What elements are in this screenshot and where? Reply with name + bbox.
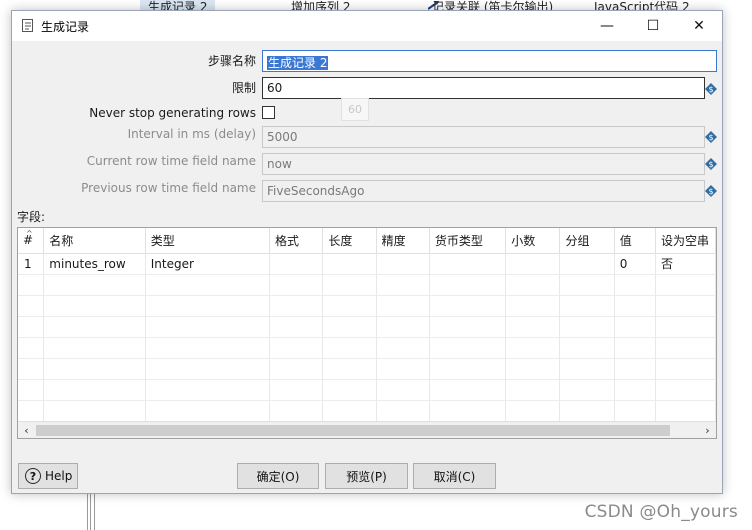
table-cell[interactable]: Integer [145, 253, 271, 275]
maximize-icon: ☐ [646, 18, 660, 34]
interval-label: Interval in ms (delay) [127, 127, 256, 141]
table-row[interactable] [18, 274, 716, 296]
cancel-button[interactable]: 取消(C) [413, 463, 496, 489]
help-button[interactable]: ? Help [18, 463, 78, 489]
help-question-icon: ? [25, 468, 41, 484]
column-header[interactable]: 精度 [376, 228, 430, 254]
generate-rows-dialog: 生成记录 — ☐ ✕ 步骤名称 生成记录 2 限制 60 $ 60 Never … [11, 10, 723, 494]
maximize-button[interactable]: ☐ [630, 11, 676, 41]
interval-input[interactable]: 5000 [262, 126, 705, 148]
column-header[interactable]: 小数 [505, 228, 561, 254]
fields-section-label: 字段: [17, 210, 46, 224]
previous-time-field-input[interactable]: FiveSecondsAgo [262, 180, 705, 202]
column-header[interactable]: # [18, 228, 45, 254]
cancel-button-label: 取消(C) [433, 469, 476, 484]
current-time-field-value: now [267, 157, 292, 171]
current-time-field-label: Current row time field name [86, 154, 256, 168]
previous-time-field-label: Previous row time field name [81, 181, 256, 195]
step-name-input[interactable]: 生成记录 2 [262, 50, 717, 72]
preview-button[interactable]: 预览(P) [325, 463, 408, 489]
limit-input[interactable]: 60 [262, 77, 705, 99]
step-name-value: 生成记录 2 [267, 56, 329, 70]
svg-text:$: $ [708, 160, 713, 169]
scroll-left-icon[interactable]: ‹ [18, 422, 35, 438]
background-connector-lines [86, 494, 98, 530]
limit-value: 60 [267, 81, 283, 95]
table-cell[interactable] [376, 253, 430, 275]
watermark: CSDN @Oh_yours [584, 502, 738, 522]
never-stop-label: Never stop generating rows [89, 106, 256, 120]
close-icon: ✕ [693, 18, 705, 34]
close-button[interactable]: ✕ [676, 11, 722, 41]
column-header[interactable]: 类型 [145, 228, 271, 254]
fields-table: ^ # 名称 类型 格式 长度 精度 货币类型 小数 分组 值 设为空串 1 m… [17, 227, 717, 439]
svg-text:$: $ [708, 85, 713, 94]
table-row[interactable] [18, 337, 716, 359]
minimize-icon: — [600, 18, 614, 34]
table-row[interactable]: 1 minutes_row Integer 0 否 [18, 253, 716, 275]
column-header[interactable]: 值 [614, 228, 656, 254]
dollar-variable-icon[interactable]: $ [705, 83, 717, 95]
dollar-variable-icon[interactable]: $ [705, 185, 717, 197]
column-header[interactable]: 长度 [322, 228, 377, 254]
dialog-icon [22, 19, 33, 32]
column-header[interactable]: 分组 [559, 228, 615, 254]
table-row[interactable] [18, 316, 716, 338]
dollar-variable-icon[interactable]: $ [705, 131, 717, 143]
column-header[interactable]: 名称 [43, 228, 146, 254]
row-number: 1 [18, 253, 45, 275]
ok-button-label: 确定(O) [256, 469, 300, 484]
window-title: 生成记录 [41, 20, 90, 34]
table-cell[interactable] [559, 253, 615, 275]
column-header[interactable]: 设为空串 [655, 228, 716, 254]
limit-tooltip: 60 [341, 98, 369, 121]
table-row[interactable] [18, 295, 716, 317]
table-row[interactable] [18, 400, 716, 422]
title-bar[interactable]: 生成记录 — ☐ ✕ [12, 11, 722, 41]
never-stop-checkbox[interactable] [262, 106, 275, 119]
preview-button-label: 预览(P) [346, 469, 387, 484]
svg-text:$: $ [708, 133, 713, 142]
table-cell[interactable] [269, 253, 324, 275]
previous-time-field-value: FiveSecondsAgo [267, 184, 365, 198]
limit-label: 限制 [231, 81, 256, 95]
current-time-field-input[interactable]: now [262, 153, 705, 175]
horizontal-scrollbar[interactable]: ‹ › [18, 421, 716, 438]
table-cell[interactable] [322, 253, 377, 275]
table-cell[interactable]: 0 [614, 253, 656, 275]
help-button-label: Help [45, 469, 73, 483]
ok-button[interactable]: 确定(O) [237, 463, 319, 489]
scroll-right-icon[interactable]: › [699, 422, 716, 438]
table-cell[interactable]: 否 [655, 253, 716, 275]
fields-grid: # 名称 类型 格式 长度 精度 货币类型 小数 分组 值 设为空串 1 min… [18, 228, 716, 422]
column-header[interactable]: 格式 [269, 228, 324, 254]
table-cell[interactable]: minutes_row [43, 253, 146, 275]
svg-text:$: $ [708, 187, 713, 196]
table-row[interactable] [18, 379, 716, 401]
header-row: # 名称 类型 格式 长度 精度 货币类型 小数 分组 值 设为空串 [18, 228, 716, 254]
column-header[interactable]: 货币类型 [429, 228, 507, 254]
table-row[interactable] [18, 358, 716, 380]
interval-value: 5000 [267, 130, 298, 144]
table-cell[interactable] [505, 253, 561, 275]
step-name-label: 步骤名称 [207, 54, 256, 68]
minimize-button[interactable]: — [584, 11, 630, 41]
dollar-variable-icon[interactable]: $ [705, 158, 717, 170]
scrollbar-thumb[interactable] [36, 425, 670, 436]
table-cell[interactable] [429, 253, 507, 275]
